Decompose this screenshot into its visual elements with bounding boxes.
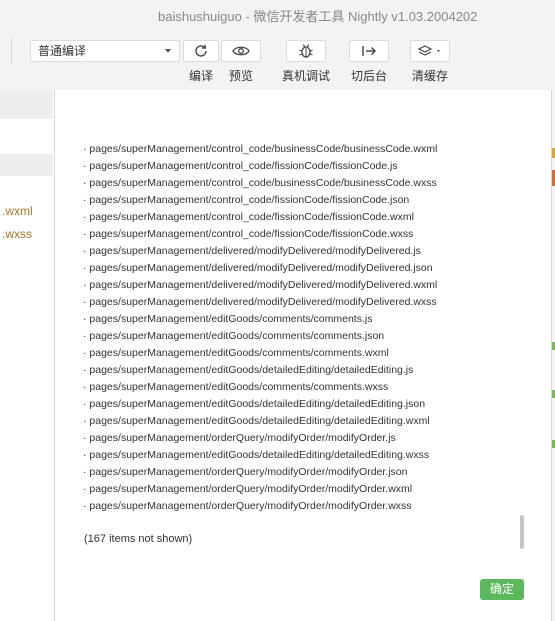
- list-item: · pages/superManagement/delivered/modify…: [83, 279, 438, 291]
- file-list-dialog: · pages/superManagement/control_code/bus…: [54, 90, 552, 621]
- list-item: · pages/superManagement/editGoods/commen…: [83, 330, 385, 342]
- preview-button[interactable]: [221, 40, 261, 62]
- clear-cache-label: 清缓存: [411, 69, 449, 83]
- file-explorer-pane: .wxml .wxss: [0, 90, 53, 621]
- list-item: · pages/superManagement/orderQuery/modif…: [83, 483, 413, 495]
- toolbar-divider: [11, 38, 12, 64]
- list-item: · pages/superManagement/orderQuery/modif…: [83, 500, 412, 512]
- list-item: · pages/superManagement/editGoods/detail…: [83, 415, 430, 427]
- switch-background-label: 切后台: [350, 69, 388, 83]
- bug-icon: [299, 44, 313, 58]
- toolbar: 普通编译 编译 预览 真机调试 切后台 清缓存: [0, 28, 555, 91]
- switch-background-icon: [362, 46, 376, 56]
- list-item: · pages/superManagement/editGoods/detail…: [83, 364, 414, 376]
- list-item: · pages/superManagement/delivered/modify…: [83, 245, 421, 257]
- list-item: · pages/superManagement/control_code/fis…: [83, 228, 414, 240]
- scrollbar-thumb[interactable]: [520, 515, 524, 549]
- list-item: · pages/superManagement/editGoods/commen…: [83, 347, 389, 359]
- refresh-icon: [195, 44, 207, 57]
- title-bar: baishushuiguo - 微信开发者工具 Nightly v1.03.20…: [0, 0, 555, 28]
- hidden-items-note: (167 items not shown): [84, 533, 193, 545]
- file-item[interactable]: .wxml: [2, 204, 33, 218]
- list-item: · pages/superManagement/editGoods/commen…: [83, 313, 373, 325]
- list-item: · pages/superManagement/orderQuery/modif…: [83, 432, 396, 444]
- file-list[interactable]: · pages/superManagement/control_code/bus…: [83, 90, 523, 518]
- compile-label: 编译: [188, 69, 214, 83]
- list-item: · pages/superManagement/editGoods/commen…: [83, 381, 389, 393]
- chevron-down-icon: [165, 49, 171, 53]
- eye-icon: [232, 46, 250, 56]
- preview-label: 预览: [228, 69, 254, 83]
- clear-cache-button[interactable]: [410, 40, 450, 62]
- file-item[interactable]: .wxss: [2, 227, 32, 241]
- list-item: · pages/superManagement/delivered/modify…: [83, 262, 433, 274]
- compile-mode-value: 普通编译: [38, 44, 87, 58]
- real-device-debug-button[interactable]: [286, 40, 326, 62]
- compile-mode-select[interactable]: 普通编译: [30, 40, 180, 62]
- list-item: · pages/superManagement/control_code/fis…: [83, 160, 398, 172]
- explorer-header: [0, 90, 53, 119]
- explorer-section: [0, 154, 53, 176]
- list-item: · pages/superManagement/control_code/fis…: [83, 194, 410, 206]
- switch-background-button[interactable]: [349, 40, 389, 62]
- real-device-debug-label: 真机调试: [281, 69, 331, 83]
- list-item: · pages/superManagement/orderQuery/modif…: [83, 466, 408, 478]
- window-title: baishushuiguo - 微信开发者工具 Nightly v1.03.20…: [158, 9, 478, 24]
- list-item: · pages/superManagement/control_code/bus…: [83, 177, 437, 189]
- compile-button[interactable]: [183, 40, 219, 62]
- confirm-button[interactable]: 确定: [480, 579, 524, 600]
- list-item: · pages/superManagement/editGoods/detail…: [83, 398, 426, 410]
- list-item: · pages/superManagement/editGoods/detail…: [83, 449, 430, 461]
- list-item: · pages/superManagement/control_code/fis…: [83, 211, 414, 223]
- layers-icon: [417, 45, 440, 56]
- list-item: · pages/superManagement/control_code/bus…: [83, 143, 438, 155]
- list-item: · pages/superManagement/delivered/modify…: [83, 296, 437, 308]
